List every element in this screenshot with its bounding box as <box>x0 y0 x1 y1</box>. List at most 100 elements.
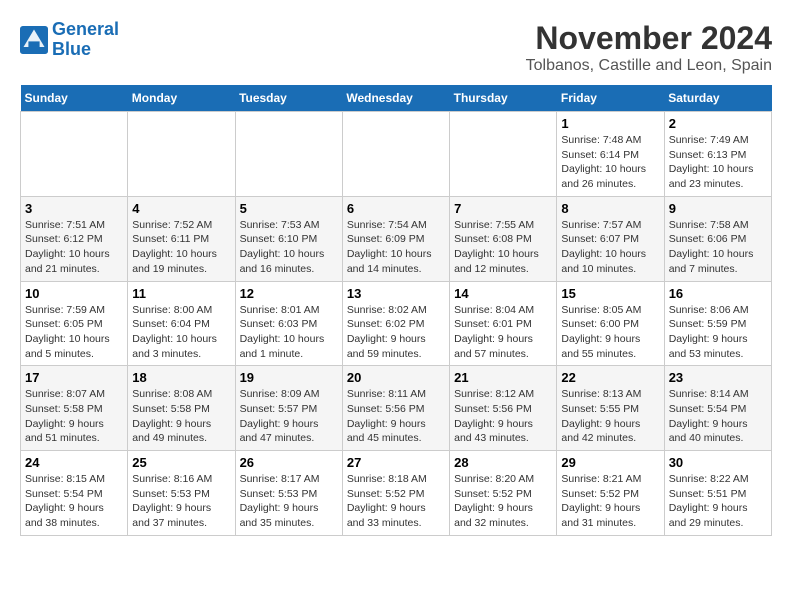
calendar-cell: 11Sunrise: 8:00 AM Sunset: 6:04 PM Dayli… <box>128 281 235 366</box>
calendar-cell: 23 Sunrise: 8:14 AM Sunset: 5:54 PM Dayli… <box>664 366 771 451</box>
day-info: Sunrise: 8:11 AM Sunset: 5:56 PM Dayligh… <box>347 387 445 446</box>
day-info: Sunrise: 7:49 AM Sunset: 6:13 PM Dayligh… <box>669 133 767 192</box>
day-number: 29 <box>561 455 659 470</box>
day-number: 7 <box>454 201 552 216</box>
day-number: 6 <box>347 201 445 216</box>
calendar-cell: 26 Sunrise: 8:17 AM Sunset: 5:53 PM Dayli… <box>235 451 342 536</box>
day-number: 23 <box>669 370 767 385</box>
calendar-cell: 21 Sunrise: 8:12 AM Sunset: 5:56 PM Dayli… <box>450 366 557 451</box>
logo-line1: General <box>52 19 119 39</box>
calendar-cell: 13 Sunrise: 8:02 AM Sunset: 6:02 PM Dayli… <box>342 281 449 366</box>
day-info: Sunrise: 8:17 AM Sunset: 5:53 PM Dayligh… <box>240 472 338 531</box>
day-number: 4 <box>132 201 230 216</box>
calendar-cell: 10Sunrise: 7:59 AM Sunset: 6:05 PM Dayli… <box>21 281 128 366</box>
week-row-3: 17Sunrise: 8:07 AM Sunset: 5:58 PM Dayli… <box>21 366 772 451</box>
calendar-cell: 12 Sunrise: 8:01 AM Sunset: 6:03 PM Dayli… <box>235 281 342 366</box>
calendar-cell: 15 Sunrise: 8:05 AM Sunset: 6:00 PM Dayli… <box>557 281 664 366</box>
day-info: Sunrise: 8:06 AM Sunset: 5:59 PM Dayligh… <box>669 303 767 362</box>
calendar-table: SundayMondayTuesdayWednesdayThursdayFrid… <box>20 85 772 536</box>
day-info: Sunrise: 7:55 AM Sunset: 6:08 PM Dayligh… <box>454 218 552 277</box>
calendar-cell: 24 Sunrise: 8:15 AM Sunset: 5:54 PM Dayli… <box>21 451 128 536</box>
weekday-header-friday: Friday <box>557 85 664 112</box>
day-number: 17 <box>25 370 123 385</box>
day-info: Sunrise: 8:00 AM Sunset: 6:04 PM Dayligh… <box>132 303 230 362</box>
weekday-header-row: SundayMondayTuesdayWednesdayThursdayFrid… <box>21 85 772 112</box>
day-number: 1 <box>561 116 659 131</box>
calendar-cell: 5Sunrise: 7:53 AM Sunset: 6:10 PM Daylig… <box>235 196 342 281</box>
day-info: Sunrise: 8:01 AM Sunset: 6:03 PM Dayligh… <box>240 303 338 362</box>
logo: General Blue <box>20 20 119 60</box>
week-row-1: 3 Sunrise: 7:51 AM Sunset: 6:12 PM Daylig… <box>21 196 772 281</box>
location-title: Tolbanos, Castille and Leon, Spain <box>526 57 772 75</box>
calendar-cell: 2Sunrise: 7:49 AM Sunset: 6:13 PM Daylig… <box>664 112 771 197</box>
day-info: Sunrise: 7:58 AM Sunset: 6:06 PM Dayligh… <box>669 218 767 277</box>
calendar-cell: 1 Sunrise: 7:48 AM Sunset: 6:14 PM Daylig… <box>557 112 664 197</box>
logo-line2: Blue <box>52 39 91 59</box>
calendar-cell: 18Sunrise: 8:08 AM Sunset: 5:58 PM Dayli… <box>128 366 235 451</box>
day-info: Sunrise: 7:59 AM Sunset: 6:05 PM Dayligh… <box>25 303 123 362</box>
calendar-cell: 14 Sunrise: 8:04 AM Sunset: 6:01 PM Dayli… <box>450 281 557 366</box>
weekday-header-thursday: Thursday <box>450 85 557 112</box>
day-info: Sunrise: 8:15 AM Sunset: 5:54 PM Dayligh… <box>25 472 123 531</box>
day-number: 25 <box>132 455 230 470</box>
day-number: 12 <box>240 286 338 301</box>
day-number: 3 <box>25 201 123 216</box>
calendar-cell: 16 Sunrise: 8:06 AM Sunset: 5:59 PM Dayli… <box>664 281 771 366</box>
day-number: 26 <box>240 455 338 470</box>
calendar-cell: 9Sunrise: 7:58 AM Sunset: 6:06 PM Daylig… <box>664 196 771 281</box>
day-info: Sunrise: 8:04 AM Sunset: 6:01 PM Dayligh… <box>454 303 552 362</box>
day-number: 22 <box>561 370 659 385</box>
weekday-header-monday: Monday <box>128 85 235 112</box>
calendar-cell: 27 Sunrise: 8:18 AM Sunset: 5:52 PM Dayli… <box>342 451 449 536</box>
day-number: 13 <box>347 286 445 301</box>
calendar-cell: 29 Sunrise: 8:21 AM Sunset: 5:52 PM Dayli… <box>557 451 664 536</box>
day-info: Sunrise: 7:57 AM Sunset: 6:07 PM Dayligh… <box>561 218 659 277</box>
day-info: Sunrise: 8:12 AM Sunset: 5:56 PM Dayligh… <box>454 387 552 446</box>
calendar-cell: 19Sunrise: 8:09 AM Sunset: 5:57 PM Dayli… <box>235 366 342 451</box>
day-number: 24 <box>25 455 123 470</box>
calendar-cell: 7 Sunrise: 7:55 AM Sunset: 6:08 PM Daylig… <box>450 196 557 281</box>
day-info: Sunrise: 8:20 AM Sunset: 5:52 PM Dayligh… <box>454 472 552 531</box>
day-info: Sunrise: 8:21 AM Sunset: 5:52 PM Dayligh… <box>561 472 659 531</box>
week-row-2: 10Sunrise: 7:59 AM Sunset: 6:05 PM Dayli… <box>21 281 772 366</box>
weekday-header-wednesday: Wednesday <box>342 85 449 112</box>
day-info: Sunrise: 8:18 AM Sunset: 5:52 PM Dayligh… <box>347 472 445 531</box>
day-info: Sunrise: 7:51 AM Sunset: 6:12 PM Dayligh… <box>25 218 123 277</box>
day-number: 14 <box>454 286 552 301</box>
logo-icon <box>20 26 48 54</box>
weekday-header-saturday: Saturday <box>664 85 771 112</box>
calendar-cell <box>342 112 449 197</box>
day-number: 15 <box>561 286 659 301</box>
day-number: 28 <box>454 455 552 470</box>
day-info: Sunrise: 7:52 AM Sunset: 6:11 PM Dayligh… <box>132 218 230 277</box>
week-row-4: 24 Sunrise: 8:15 AM Sunset: 5:54 PM Dayli… <box>21 451 772 536</box>
calendar-cell: 17Sunrise: 8:07 AM Sunset: 5:58 PM Dayli… <box>21 366 128 451</box>
day-number: 27 <box>347 455 445 470</box>
weekday-header-tuesday: Tuesday <box>235 85 342 112</box>
calendar-cell: 6Sunrise: 7:54 AM Sunset: 6:09 PM Daylig… <box>342 196 449 281</box>
day-info: Sunrise: 8:08 AM Sunset: 5:58 PM Dayligh… <box>132 387 230 446</box>
calendar-cell <box>450 112 557 197</box>
weekday-header-sunday: Sunday <box>21 85 128 112</box>
calendar-cell: 3 Sunrise: 7:51 AM Sunset: 6:12 PM Daylig… <box>21 196 128 281</box>
day-info: Sunrise: 8:14 AM Sunset: 5:54 PM Dayligh… <box>669 387 767 446</box>
calendar-cell: 30Sunrise: 8:22 AM Sunset: 5:51 PM Dayli… <box>664 451 771 536</box>
day-number: 19 <box>240 370 338 385</box>
calendar-cell: 4 Sunrise: 7:52 AM Sunset: 6:11 PM Daylig… <box>128 196 235 281</box>
calendar-cell <box>235 112 342 197</box>
day-info: Sunrise: 8:02 AM Sunset: 6:02 PM Dayligh… <box>347 303 445 362</box>
day-info: Sunrise: 8:16 AM Sunset: 5:53 PM Dayligh… <box>132 472 230 531</box>
day-info: Sunrise: 7:48 AM Sunset: 6:14 PM Dayligh… <box>561 133 659 192</box>
day-info: Sunrise: 7:53 AM Sunset: 6:10 PM Dayligh… <box>240 218 338 277</box>
calendar-cell <box>21 112 128 197</box>
page-header: General Blue November 2024 Tolbanos, Cas… <box>20 20 772 75</box>
calendar-cell: 25 Sunrise: 8:16 AM Sunset: 5:53 PM Dayli… <box>128 451 235 536</box>
day-number: 16 <box>669 286 767 301</box>
day-info: Sunrise: 8:13 AM Sunset: 5:55 PM Dayligh… <box>561 387 659 446</box>
calendar-cell: 8Sunrise: 7:57 AM Sunset: 6:07 PM Daylig… <box>557 196 664 281</box>
calendar-cell: 20Sunrise: 8:11 AM Sunset: 5:56 PM Dayli… <box>342 366 449 451</box>
logo-text: General Blue <box>52 20 119 60</box>
calendar-cell: 28 Sunrise: 8:20 AM Sunset: 5:52 PM Dayli… <box>450 451 557 536</box>
day-number: 21 <box>454 370 552 385</box>
day-info: Sunrise: 8:05 AM Sunset: 6:00 PM Dayligh… <box>561 303 659 362</box>
